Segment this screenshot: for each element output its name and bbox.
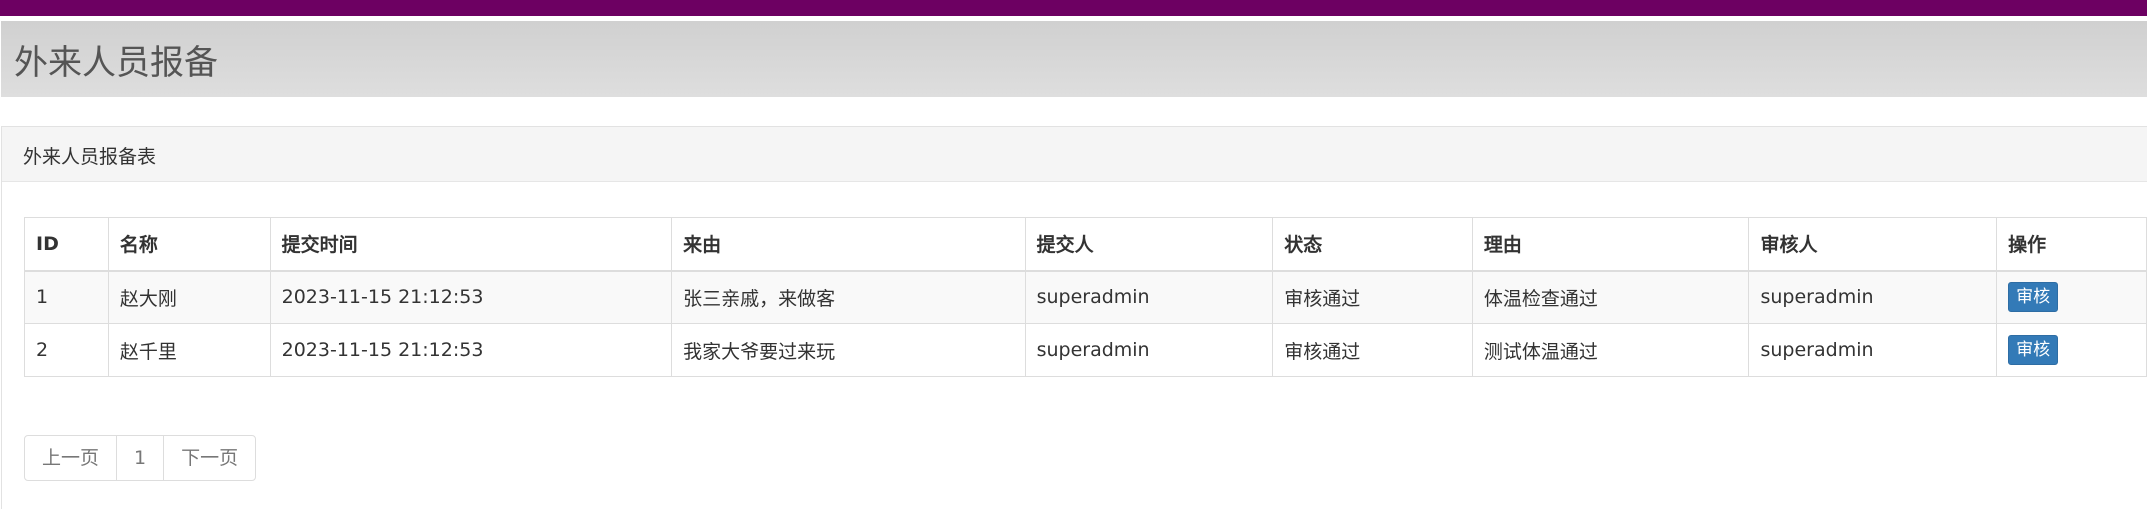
table-header-row: ID 名称 提交时间 来由 提交人 状态 理由 审核人 操作 (24, 217, 2147, 272)
audit-button[interactable]: 审核 (2008, 335, 2059, 365)
column-header-id: ID (24, 217, 109, 272)
page-title: 外来人员报备 (14, 43, 218, 83)
cell-name: 赵千里 (107, 323, 271, 377)
visitor-table: ID 名称 提交时间 来由 提交人 状态 理由 审核人 操作 1 赵大刚 202… (24, 217, 2147, 377)
panel-heading: 外来人员报备表 (2, 127, 2147, 182)
prev-page-button[interactable]: 上一页 (24, 435, 118, 481)
column-header-submit-time: 提交时间 (269, 217, 673, 272)
top-bar (0, 0, 2147, 16)
column-header-review-reason: 理由 (1471, 217, 1750, 272)
column-header-reviewer: 审核人 (1748, 217, 1998, 272)
cell-review-reason: 体温检查通过 (1471, 270, 1750, 324)
cell-action: 审核 (1996, 270, 2147, 324)
column-header-action: 操作 (1996, 217, 2147, 272)
cell-submitter: superadmin (1024, 323, 1274, 377)
cell-id: 1 (24, 270, 109, 324)
next-page-button[interactable]: 下一页 (163, 435, 257, 481)
column-header-submitter: 提交人 (1024, 217, 1274, 272)
cell-review-reason: 测试体温通过 (1471, 323, 1750, 377)
cell-submit-time: 2023-11-15 21:12:53 (269, 323, 673, 377)
cell-submit-time: 2023-11-15 21:12:53 (269, 270, 673, 324)
cell-id: 2 (24, 323, 109, 377)
cell-reason: 张三亲戚，来做客 (671, 270, 1026, 324)
column-header-reason: 来由 (671, 217, 1026, 272)
column-header-name: 名称 (107, 217, 271, 272)
table-row: 1 赵大刚 2023-11-15 21:12:53 张三亲戚，来做客 super… (24, 270, 2147, 324)
cell-name: 赵大刚 (107, 270, 271, 324)
cell-reviewer: superadmin (1748, 323, 1998, 377)
cell-reviewer: superadmin (1748, 270, 1998, 324)
cell-status: 审核通过 (1272, 270, 1473, 324)
panel-title: 外来人员报备表 (23, 146, 157, 168)
table-row: 2 赵千里 2023-11-15 21:12:53 我家大爷要过来玩 super… (24, 323, 2147, 377)
audit-button[interactable]: 审核 (2008, 282, 2059, 313)
pagination: 上一页 1 下一页 (24, 435, 257, 481)
cell-action: 审核 (1996, 323, 2147, 377)
page-1-button[interactable]: 1 (116, 435, 165, 481)
page-header: 外来人员报备 (1, 21, 2147, 97)
cell-status: 审核通过 (1272, 323, 1473, 377)
column-header-status: 状态 (1272, 217, 1473, 272)
cell-submitter: superadmin (1024, 270, 1274, 324)
report-panel: 外来人员报备表 ID 名称 提交时间 来由 提交人 状态 理由 审核人 操作 1… (1, 126, 2147, 509)
cell-reason: 我家大爷要过来玩 (671, 323, 1026, 377)
